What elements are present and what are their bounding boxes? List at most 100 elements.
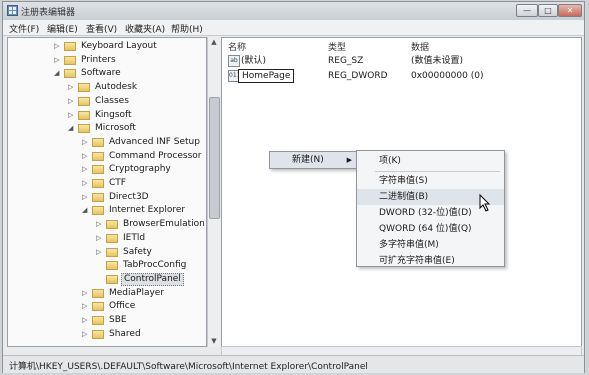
expand-arrow-icon[interactable]: ▷ (82, 151, 90, 161)
folder-icon (92, 137, 104, 147)
tree-node-label: ControlPanel (121, 272, 184, 286)
minimize-button[interactable]: — (516, 4, 538, 17)
value-row-default[interactable]: ab (默认) REG_SZ (数值未设置) (222, 54, 581, 68)
expand-arrow-icon[interactable]: ▷ (54, 41, 62, 51)
string-value-icon: ab (228, 55, 240, 67)
folder-icon (92, 165, 104, 175)
registry-editor-window: 注册表编辑器 — □ ✕ 文件(F) 编辑(E) 查看(V) 收藏夹(A) 帮助… (2, 1, 585, 373)
tree-node-label: MediaPlayer (109, 287, 165, 298)
folder-icon (92, 206, 104, 216)
tree-node-label: Microsoft (95, 123, 136, 134)
submenu-item-label: 可扩充字符串值(E) (379, 256, 455, 266)
expand-arrow-icon[interactable]: ▷ (96, 247, 104, 257)
mouse-cursor-icon (479, 194, 491, 212)
expand-arrow-icon[interactable]: ▷ (68, 96, 76, 106)
submenu-item-label: 多字符串值(M) (379, 240, 439, 250)
expand-arrow-icon[interactable]: ▷ (82, 137, 90, 147)
value-name: (默认) (241, 56, 267, 66)
menu-favorites[interactable]: 收藏夹(A) (125, 22, 165, 35)
folder-icon (106, 274, 118, 284)
menu-view[interactable]: 查看(V) (86, 22, 117, 35)
scroll-down-arrow-icon[interactable]: ▼ (208, 336, 220, 347)
folder-icon (64, 55, 76, 65)
value-type: REG_DWORD (328, 71, 388, 81)
value-name-edit-field[interactable]: HomePage (238, 69, 295, 83)
collapse-arrow-icon[interactable]: ◢ (68, 123, 76, 133)
expand-arrow-icon[interactable]: ▷ (96, 219, 104, 229)
submenu-item[interactable]: 多字符串值(M) (357, 237, 504, 253)
tree-node-label: Cryptography (109, 164, 171, 175)
expand-arrow-icon[interactable]: ▷ (96, 233, 104, 243)
menu-separator (375, 171, 500, 172)
collapse-arrow-icon[interactable]: ◢ (54, 68, 62, 78)
tree-node-label: IETld (123, 232, 146, 243)
value-data: (数值未设置) (411, 56, 464, 66)
tree-node-label: Command Processor (109, 150, 202, 161)
context-menu: 新建(N) ▶ (269, 151, 359, 169)
expand-arrow-icon[interactable]: ▷ (54, 55, 62, 65)
expand-arrow-icon[interactable] (96, 274, 104, 284)
folder-icon (78, 110, 90, 120)
maximize-button[interactable]: □ (538, 4, 558, 17)
folder-icon (92, 288, 104, 298)
folder-icon (106, 233, 118, 243)
menu-item-new[interactable]: 新建(N) ▶ (270, 152, 358, 168)
expand-arrow-icon[interactable]: ▷ (82, 178, 90, 188)
value-type: REG_SZ (328, 56, 364, 66)
expand-arrow-icon[interactable]: ▷ (82, 315, 90, 325)
expand-arrow-icon[interactable]: ▷ (82, 192, 90, 202)
menu-help[interactable]: 帮助(H) (171, 22, 203, 35)
tree-node-label: TabProcConfig (123, 260, 187, 271)
tree-node-label: SBE (109, 315, 127, 325)
menu-item-new-label: 新建(N) (292, 155, 324, 165)
column-header-type[interactable]: 类型 (328, 40, 346, 53)
submenu-item[interactable]: 字符串值(S) (357, 173, 504, 189)
expand-arrow-icon[interactable]: ▷ (82, 301, 90, 311)
submenu-item-label: QWORD (64 位)值(Q) (379, 224, 472, 234)
folder-icon (64, 42, 76, 51)
submenu-item[interactable]: 项(K) (357, 153, 504, 169)
column-header-name[interactable]: 名称 (228, 40, 246, 53)
tree-node-label: Office (109, 301, 136, 312)
folder-icon (92, 329, 104, 339)
folder-icon (78, 124, 90, 134)
tree-node-label: Software (81, 68, 121, 79)
tree-node-label: Shared (109, 328, 141, 339)
registry-app-icon (7, 5, 18, 16)
expand-arrow-icon[interactable]: ▷ (82, 329, 90, 339)
submenu-item-label: 二进制值(B) (379, 192, 429, 202)
registry-key-tree[interactable]: ▷ Keyboard Layout ▷ Printers ◢ Software ▷ Autod… (7, 37, 207, 347)
tree-vertical-scrollbar[interactable]: ▲ ▼ (207, 37, 220, 347)
folder-icon (92, 179, 104, 188)
folder-icon (78, 96, 90, 106)
expand-arrow-icon[interactable]: ▷ (82, 164, 90, 174)
folder-icon (106, 220, 118, 230)
value-data: 0x00000000 (0) (411, 71, 484, 81)
scroll-thumb[interactable] (209, 97, 220, 219)
expand-arrow-icon[interactable]: ▷ (82, 288, 90, 298)
menu-file[interactable]: 文件(F) (9, 22, 39, 35)
submenu-item[interactable]: 可扩充字符串值(E) (357, 253, 504, 269)
folder-icon (92, 302, 104, 312)
tree-node-label: Printers (81, 54, 116, 65)
folder-icon (92, 192, 104, 202)
tree-node-label: Autodesk (95, 82, 138, 93)
tree-node-label: Safety (123, 246, 152, 257)
submenu-item-label: 字符串值(S) (379, 176, 428, 186)
status-path: 计算机\HKEY_USERS\.DEFAULT\Software\Microso… (9, 362, 368, 372)
collapse-arrow-icon[interactable]: ◢ (82, 205, 90, 215)
tree-node-label: BrowserEmulation (123, 219, 205, 230)
value-row-homepage[interactable]: 011 HomePage REG_DWORD 0x00000000 (0) (222, 69, 581, 83)
expand-arrow-icon[interactable]: ▷ (68, 82, 76, 92)
close-button[interactable]: ✕ (558, 4, 582, 17)
folder-icon (106, 247, 118, 257)
column-header-data[interactable]: 数据 (411, 40, 429, 53)
submenu-arrow-icon: ▶ (346, 156, 352, 164)
title-bar[interactable]: 注册表编辑器 — □ ✕ (3, 2, 584, 20)
submenu-item[interactable]: QWORD (64 位)值(Q) (357, 221, 504, 237)
scroll-up-arrow-icon[interactable]: ▲ (208, 37, 220, 48)
expand-arrow-icon[interactable] (96, 260, 104, 270)
menu-edit[interactable]: 编辑(E) (47, 22, 78, 35)
submenu-item-label: DWORD (32-位)值(D) (379, 208, 472, 218)
expand-arrow-icon[interactable]: ▷ (68, 110, 76, 120)
